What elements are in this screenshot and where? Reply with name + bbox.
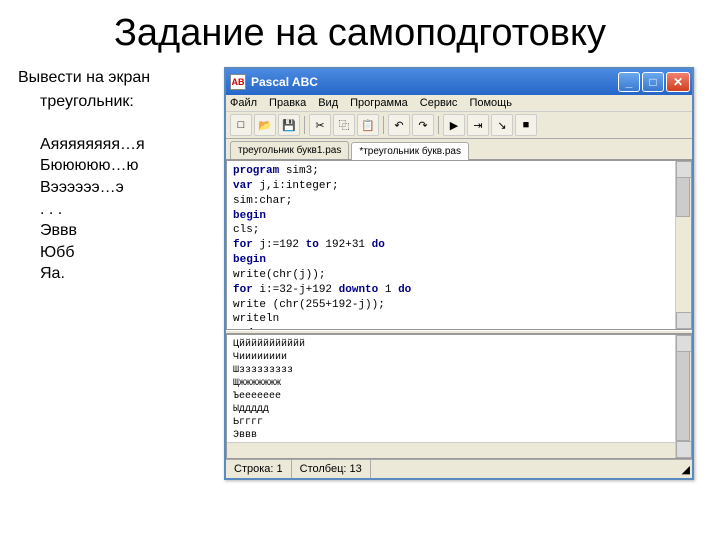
save-icon[interactable]: 💾 <box>278 114 300 136</box>
task-line: Эввв <box>40 220 218 242</box>
task-line: . . . <box>40 199 218 221</box>
paste-icon[interactable]: 📋 <box>357 114 379 136</box>
menu-item[interactable]: Программа <box>350 97 408 109</box>
close-button[interactable]: ✕ <box>666 72 690 92</box>
toolbar-separator <box>438 116 439 134</box>
task-line <box>40 112 218 134</box>
task-line: Яа. <box>40 263 218 285</box>
code-editor[interactable]: program sim3;var j,i:integer;sim:char;be… <box>226 160 692 330</box>
code-line: end; <box>233 327 685 330</box>
task-line: Юбб <box>40 242 218 264</box>
tab-strip: треугольник букв1.pas*треугольник букв.p… <box>226 139 692 160</box>
toolbar-separator <box>383 116 384 134</box>
code-line: cls; <box>233 223 685 238</box>
toolbar-separator <box>304 116 305 134</box>
toolbar: □📂💾 ✂⿻📋 ↶↷ ▶⇥↘■ <box>226 111 692 139</box>
code-line: begin <box>233 209 685 224</box>
output-line: Ыддддд <box>233 403 685 416</box>
run-icon[interactable]: ▶ <box>443 114 465 136</box>
editor-vscrollbar[interactable] <box>675 161 691 329</box>
pascal-abc-window: AB Pascal ABC _ □ ✕ Файл Правка Вид Програм… <box>224 67 694 480</box>
status-col: Столбец: 13 <box>292 460 371 478</box>
menu-item[interactable]: Правка <box>269 97 306 109</box>
menu-item[interactable]: Файл <box>230 97 257 109</box>
maximize-button[interactable]: □ <box>642 72 664 92</box>
output-vscrollbar[interactable] <box>675 335 691 458</box>
output-line: Ьгггг <box>233 416 685 429</box>
code-line: write (chr(255+192-j)); <box>233 298 685 313</box>
menu-item[interactable]: Вид <box>318 97 338 109</box>
output-panel[interactable]: ЦйййййййййййЧииииииииШзззззззззЩжжжжжжжЪ… <box>226 334 692 459</box>
undo-icon[interactable]: ↶ <box>388 114 410 136</box>
code-line: sim:char; <box>233 194 685 209</box>
code-line: writeln <box>233 312 685 327</box>
menu-item[interactable]: Помощь <box>469 97 512 109</box>
code-line: begin <box>233 253 685 268</box>
task-body: треугольник: Аяяяяяяяя…яБююююю…юВээээээ…… <box>18 91 218 285</box>
minimize-button[interactable]: _ <box>618 72 640 92</box>
copy-icon[interactable]: ⿻ <box>333 114 355 136</box>
open-icon[interactable]: 📂 <box>254 114 276 136</box>
new-icon[interactable]: □ <box>230 114 252 136</box>
cut-icon[interactable]: ✂ <box>309 114 331 136</box>
window-title: Pascal ABC <box>251 75 618 89</box>
code-line: var j,i:integer; <box>233 179 685 194</box>
status-line: Строка: 1 <box>226 460 292 478</box>
code-line: for i:=32-j+192 downto 1 do <box>233 283 685 298</box>
task-intro: Вывести на экран <box>18 67 218 89</box>
statusbar: Строка: 1 Столбец: 13 ◢ <box>226 459 692 478</box>
output-line: Щжжжжжжж <box>233 377 685 390</box>
code-line: program sim3; <box>233 164 685 179</box>
task-line: Вээээээ…э <box>40 177 218 199</box>
menubar: Файл Правка Вид Программа Сервис Помощь <box>226 95 692 111</box>
file-tab[interactable]: *треугольник букв.pas <box>351 142 469 160</box>
task-line: Аяяяяяяяя…я <box>40 134 218 156</box>
task-text: Вывести на экран треугольник: Аяяяяяяяя…… <box>18 67 218 480</box>
step-icon[interactable]: ⇥ <box>467 114 489 136</box>
code-line: write(chr(j)); <box>233 268 685 283</box>
redo-icon[interactable]: ↷ <box>412 114 434 136</box>
output-line: Чииииииии <box>233 351 685 364</box>
menu-item[interactable]: Сервис <box>420 97 458 109</box>
output-line: Ъеееееее <box>233 390 685 403</box>
task-line: треугольник: <box>40 91 218 113</box>
output-line: Цййййййййййй <box>233 338 685 351</box>
into-icon[interactable]: ↘ <box>491 114 513 136</box>
code-line: for j:=192 to 192+31 do <box>233 238 685 253</box>
file-tab[interactable]: треугольник букв1.pas <box>230 141 349 159</box>
stop-icon[interactable]: ■ <box>515 114 537 136</box>
resize-grip-icon[interactable]: ◢ <box>676 460 692 478</box>
app-icon: AB <box>230 74 246 90</box>
task-line: Бююююю…ю <box>40 155 218 177</box>
titlebar[interactable]: AB Pascal ABC _ □ ✕ <box>226 69 692 95</box>
output-line: Эввв <box>233 429 685 442</box>
output-hscrollbar[interactable] <box>227 442 675 458</box>
slide-title: Задание на самоподготовку <box>18 12 702 55</box>
output-line: Шззззззззз <box>233 364 685 377</box>
